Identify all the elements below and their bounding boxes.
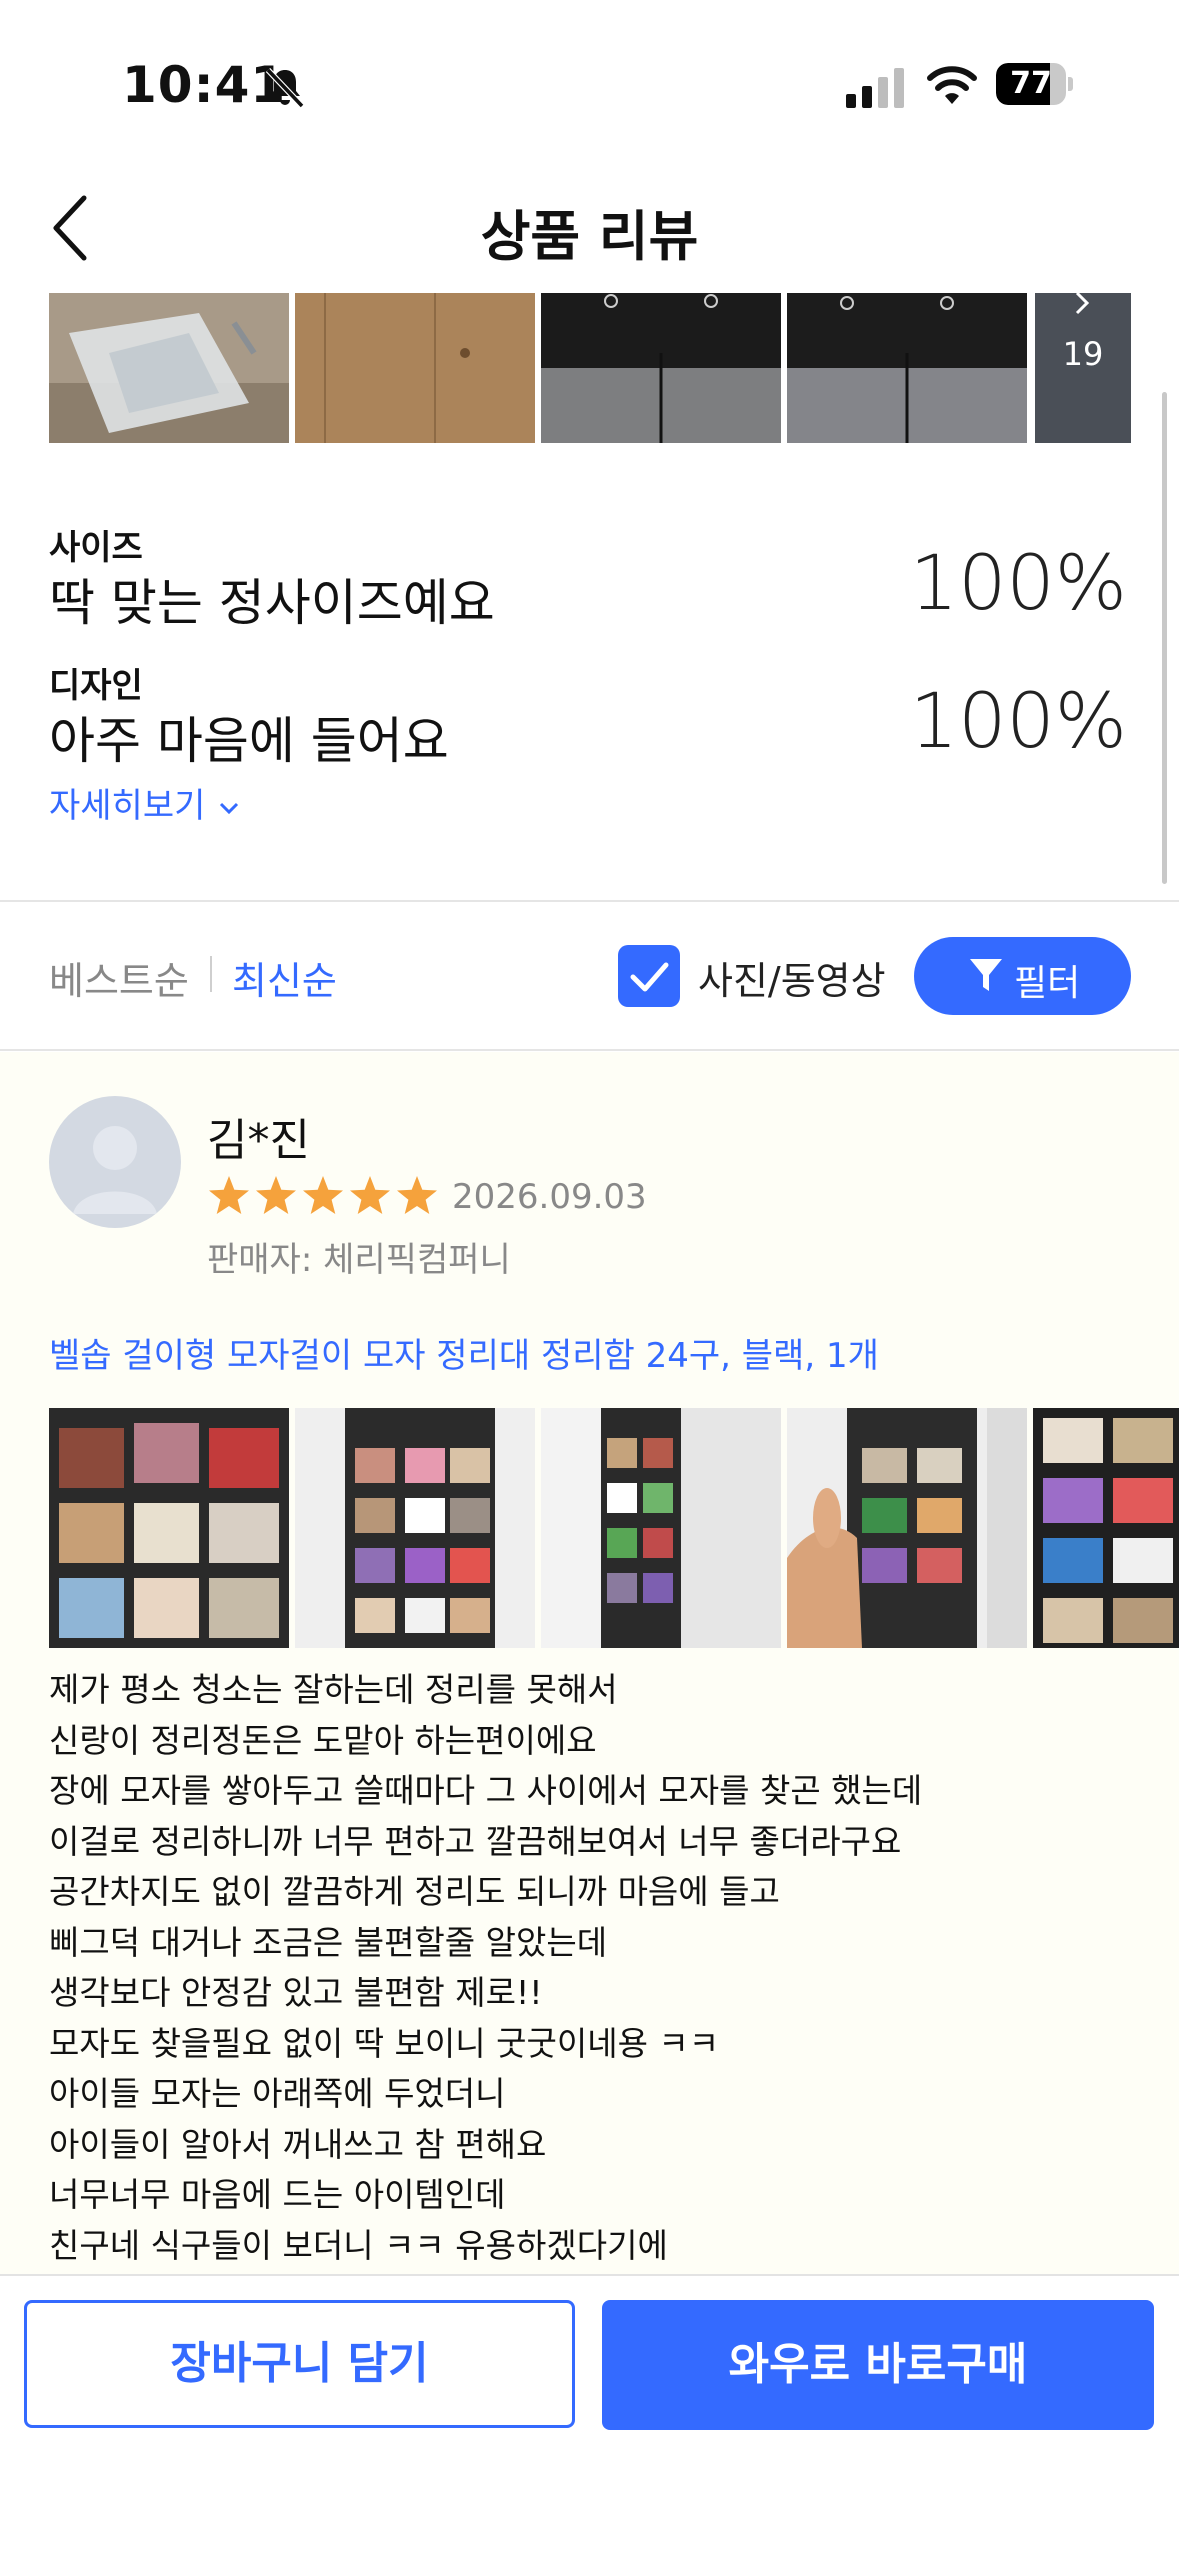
- seller-name: 판매자: 체리픽컴퍼니: [207, 1240, 511, 1280]
- chevron-down-icon: [220, 802, 239, 814]
- star-icon: [350, 1176, 390, 1214]
- star-icon: [256, 1176, 296, 1214]
- review-photo[interactable]: [787, 1408, 1027, 1648]
- scrollbar[interactable]: [1162, 392, 1167, 884]
- design-stat-label: 디자인: [49, 666, 143, 706]
- chevron-right-icon: [1075, 293, 1090, 315]
- design-stat-percent: 100%: [909, 676, 1127, 765]
- review-photo-strip: 19: [49, 293, 1179, 443]
- sort-separator: [210, 956, 212, 992]
- page-title: 상품 리뷰: [480, 205, 699, 268]
- review-date: 2026.09.03: [452, 1177, 647, 1217]
- battery-level: 77: [1010, 66, 1052, 101]
- photo-video-label[interactable]: 사진/동영상: [698, 950, 886, 1005]
- battery-indicator: 77: [996, 63, 1073, 107]
- user-avatar-icon: [73, 1126, 157, 1214]
- buy-now-button[interactable]: 와우로 바로구매: [602, 2300, 1154, 2430]
- add-to-cart-button[interactable]: 장바구니 담기: [24, 2300, 575, 2428]
- reviewer-name: 김*진: [207, 1115, 310, 1166]
- avatar: [49, 1096, 181, 1228]
- bottom-action-bar: 장바구니 담기 와우로 바로구매: [0, 2274, 1179, 2558]
- sort-best-tab[interactable]: 베스트순: [49, 950, 189, 1005]
- details-link[interactable]: 자세히보기: [49, 778, 242, 827]
- checkmark-icon: [630, 962, 669, 992]
- photo-video-checkbox[interactable]: [618, 945, 680, 1007]
- funnel-icon: [970, 959, 1002, 991]
- divider: [0, 900, 1179, 902]
- review-photo[interactable]: [295, 1408, 535, 1648]
- sort-latest-tab[interactable]: 최신순: [232, 950, 337, 1005]
- more-photos-button[interactable]: 19: [1035, 293, 1131, 443]
- star-icon: [303, 1176, 343, 1214]
- status-bar: 10:41 77: [0, 0, 1179, 170]
- review-photo[interactable]: [541, 1408, 781, 1648]
- review-photo[interactable]: [1033, 1408, 1179, 1648]
- star-rating: [209, 1176, 437, 1214]
- star-icon: [397, 1176, 437, 1214]
- wifi-icon: [927, 66, 977, 104]
- filter-label: 필터: [1014, 963, 1081, 1004]
- more-photos-count: 19: [1062, 335, 1104, 373]
- review-photos: [49, 1408, 1179, 1650]
- filter-button[interactable]: 필터: [914, 937, 1131, 1015]
- star-icon: [209, 1176, 249, 1214]
- divider: [0, 1049, 1179, 1051]
- product-option-link[interactable]: 벨솝 걸이형 모자걸이 모자 정리대 정리함 24구, 블랙, 1개: [49, 1328, 879, 1377]
- design-stat-text: 아주 마음에 들어요: [49, 712, 449, 770]
- review-photo-thumbnail[interactable]: [787, 293, 1027, 443]
- review-photo-thumbnail[interactable]: [295, 293, 535, 443]
- review-body: 제가 평소 청소는 잘하는데 정리를 못해서 신랑이 정리정돈은 도맡아 하는편…: [49, 1670, 923, 2265]
- details-link-label: 자세히보기: [49, 786, 206, 826]
- cellular-signal-icon: [846, 68, 904, 108]
- review-photo[interactable]: [49, 1408, 289, 1648]
- nav-bar: 상품 리뷰: [0, 170, 1179, 290]
- size-stat-percent: 100%: [909, 538, 1127, 627]
- bell-muted-icon: [265, 67, 305, 109]
- review-photo-thumbnail[interactable]: [541, 293, 781, 443]
- size-stat-label: 사이즈: [49, 528, 143, 568]
- review-photo-thumbnail[interactable]: [49, 293, 289, 443]
- size-stat-text: 딱 맞는 정사이즈예요: [49, 574, 495, 632]
